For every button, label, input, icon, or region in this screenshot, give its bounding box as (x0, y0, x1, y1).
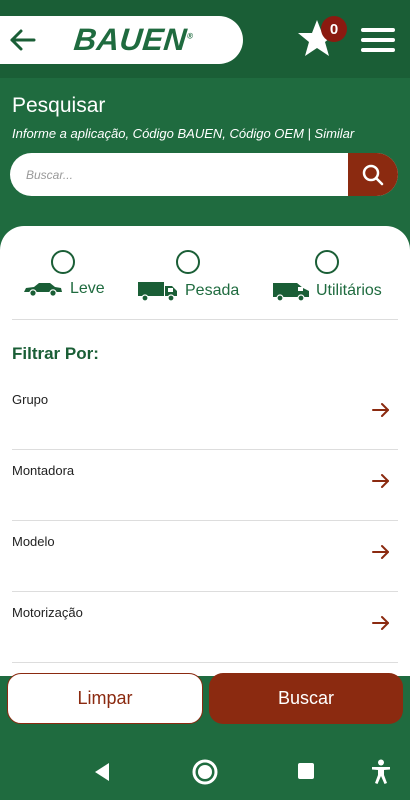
search-section: Pesquisar Informe a aplicação, Código BA… (0, 78, 410, 238)
search-input[interactable] (10, 153, 348, 196)
filter-title: Filtrar Por: (12, 344, 99, 363)
filter-item-modelo[interactable]: Modelo (0, 534, 410, 605)
nav-back-icon[interactable] (92, 761, 112, 783)
vehicle-type-leve[interactable]: Leve (22, 250, 105, 298)
filter-item-montadora[interactable]: Montadora (0, 463, 410, 534)
filter-item-label: Modelo (12, 534, 55, 549)
filter-panel: Leve Pesada Utilitários Filtrar Por: Gru… (0, 226, 410, 676)
bauen-logo: BAUEN® (72, 22, 195, 57)
search-box (10, 153, 398, 196)
van-icon (273, 283, 309, 302)
filter-item-label: Grupo (12, 392, 49, 407)
vehicle-type-label: Pesada (185, 282, 240, 299)
car-icon (24, 283, 62, 297)
divider (12, 662, 398, 663)
divider (12, 520, 398, 521)
back-arrow-icon[interactable] (8, 27, 36, 53)
arrow-right-icon (372, 616, 389, 630)
filter-item-grupo[interactable]: Grupo (0, 392, 410, 463)
system-nav-bar (0, 745, 410, 800)
search-subtitle: Informe a aplicação, Código BAUEN, Códig… (12, 126, 355, 141)
radio-leve[interactable] (51, 250, 76, 274)
radio-utilitarios[interactable] (314, 250, 339, 274)
app-header: BAUEN® 0 (0, 0, 410, 78)
submit-search-button[interactable]: Buscar (209, 673, 403, 724)
vehicle-type-label: Leve (70, 280, 105, 297)
divider (12, 591, 398, 592)
clear-button[interactable]: Limpar (7, 673, 203, 724)
favorites-count-badge: 0 (321, 16, 347, 42)
search-button[interactable] (348, 153, 398, 196)
accessibility-icon[interactable] (370, 759, 392, 785)
nav-home-icon[interactable] (191, 758, 219, 786)
divider (12, 319, 398, 320)
filter-item-label: Motorização (12, 605, 83, 620)
search-title: Pesquisar (12, 94, 106, 117)
arrow-right-icon (372, 474, 389, 488)
vehicle-type-utilitarios[interactable]: Utilitários (272, 250, 382, 302)
arrow-right-icon (372, 545, 389, 559)
hamburger-menu-icon[interactable] (361, 28, 395, 54)
divider (12, 449, 398, 450)
filter-item-label: Montadora (12, 463, 75, 478)
radio-pesada[interactable] (176, 250, 201, 274)
search-icon (362, 164, 384, 185)
action-bar: Limpar Buscar (0, 670, 410, 730)
nav-recents-icon[interactable] (296, 761, 316, 781)
vehicle-type-label: Utilitários (316, 282, 382, 299)
arrow-right-icon (372, 403, 389, 417)
vehicle-type-pesada[interactable]: Pesada (137, 250, 239, 302)
filter-item-motorizacao[interactable]: Motorização (0, 605, 410, 676)
truck-icon (138, 282, 177, 302)
